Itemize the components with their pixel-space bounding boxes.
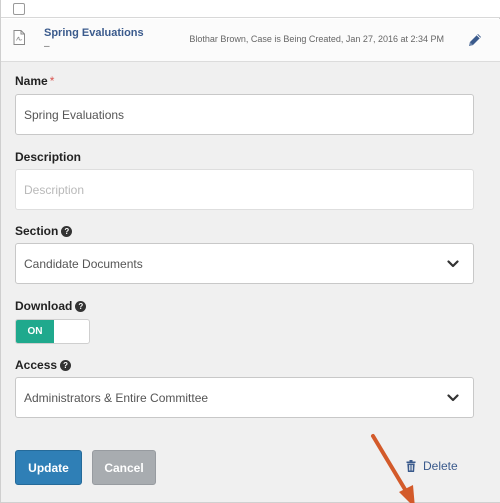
toggle-on-indicator: ON xyxy=(16,320,54,343)
section-select[interactable]: Candidate Documents xyxy=(15,243,474,284)
section-selected-value: Candidate Documents xyxy=(24,256,143,271)
question-help-icon[interactable]: ? xyxy=(75,301,87,312)
question-help-icon[interactable]: ? xyxy=(61,226,73,237)
access-label: Access? xyxy=(15,358,72,372)
update-button[interactable]: Update xyxy=(15,450,82,485)
download-label: Download? xyxy=(15,299,87,313)
name-label: Name * xyxy=(15,74,55,88)
select-checkbox[interactable] xyxy=(13,3,25,15)
document-subtitle: – xyxy=(44,41,50,52)
pdf-file-icon xyxy=(13,30,25,45)
access-select[interactable]: Administrators & Entire Committee xyxy=(15,377,474,418)
chevron-down-icon xyxy=(447,393,459,401)
download-toggle[interactable]: ON xyxy=(15,319,90,344)
edit-form: Name * Spring Evaluations Description Des… xyxy=(1,62,500,503)
pencil-edit-icon[interactable] xyxy=(467,32,483,48)
description-input[interactable]: Description xyxy=(15,169,474,210)
document-header: Spring Evaluations – Blothar Brown, Case… xyxy=(1,19,500,62)
access-selected-value: Administrators & Entire Committee xyxy=(24,390,209,405)
annotation-arrow-icon xyxy=(371,434,415,503)
required-asterisk: * xyxy=(49,74,55,88)
document-edit-panel: Spring Evaluations – Blothar Brown, Case… xyxy=(0,0,500,503)
chevron-down-icon xyxy=(447,259,459,267)
delete-label: Delete xyxy=(423,459,458,473)
description-label: Description xyxy=(15,150,82,164)
select-row xyxy=(1,0,500,18)
name-input[interactable]: Spring Evaluations xyxy=(15,94,474,135)
document-meta: Blothar Brown, Case is Being Created, Ja… xyxy=(189,34,444,44)
cancel-button[interactable]: Cancel xyxy=(92,450,156,485)
document-title-link[interactable]: Spring Evaluations xyxy=(44,27,144,39)
question-help-icon[interactable]: ? xyxy=(60,360,72,371)
section-label: Section? xyxy=(15,224,73,238)
